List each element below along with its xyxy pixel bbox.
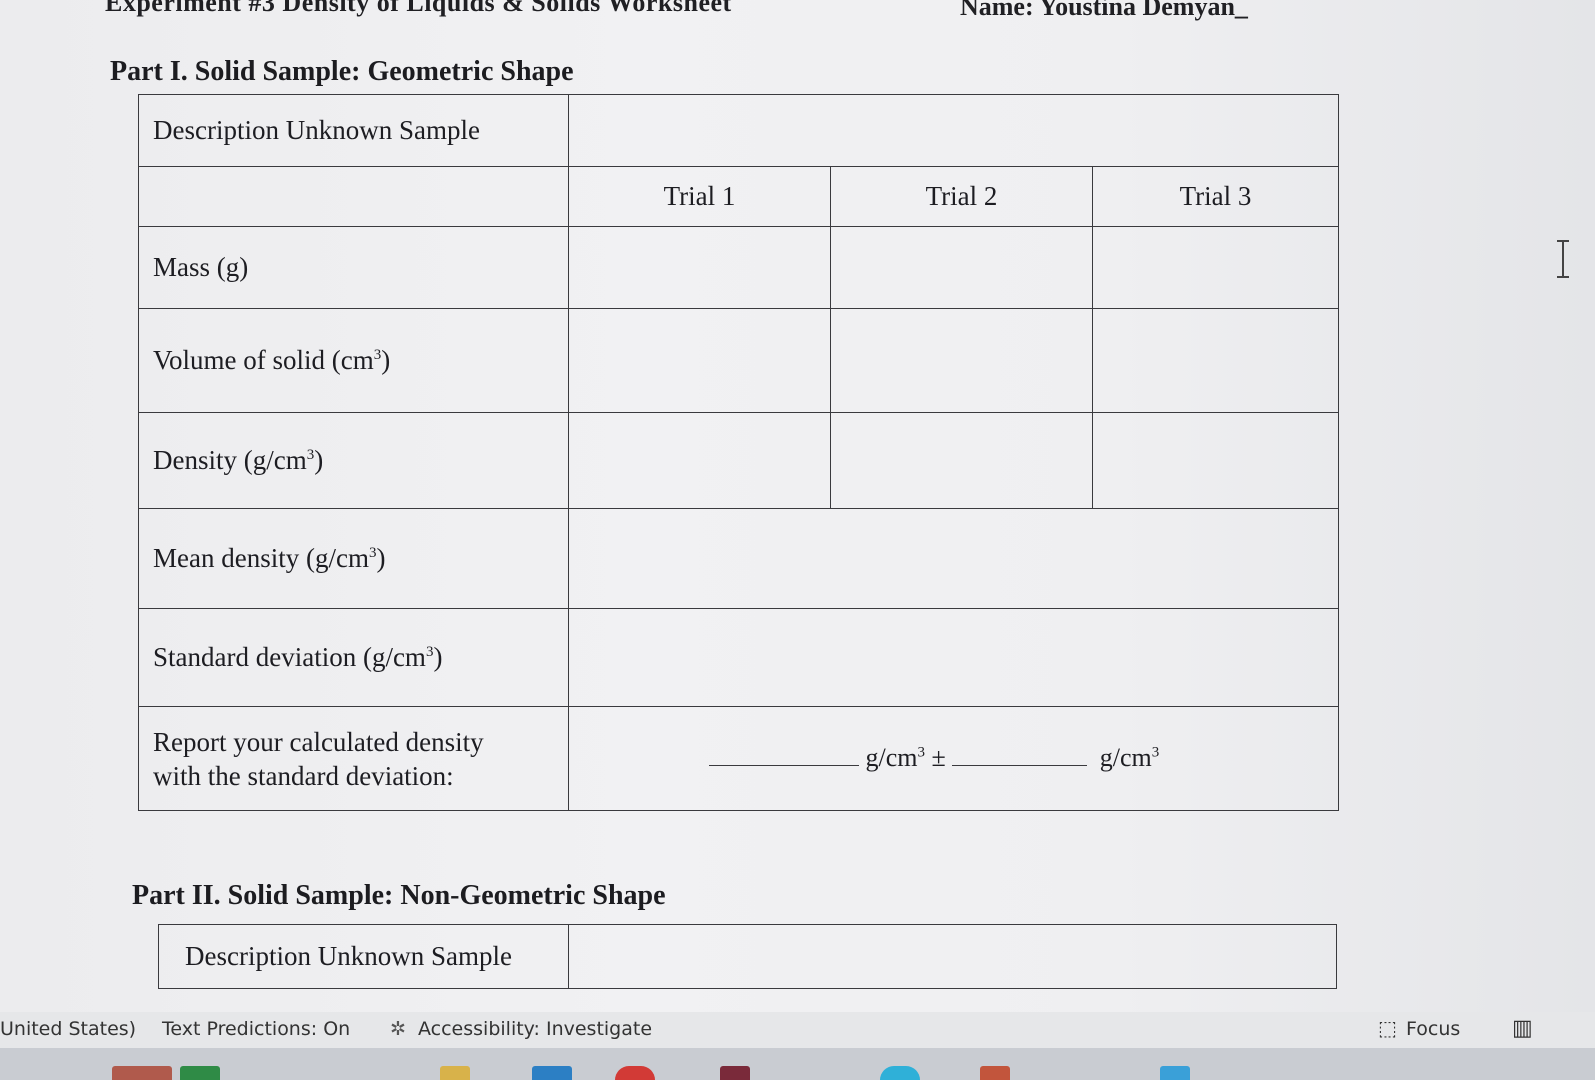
- trial-3-header: Trial 3: [1091, 166, 1340, 227]
- density-trial-3-cell[interactable]: [1091, 412, 1340, 509]
- volume-trial-1-cell[interactable]: [568, 308, 831, 413]
- part2-description-input-cell[interactable]: [568, 924, 1337, 989]
- taskbar-app-icon[interactable]: [532, 1066, 572, 1080]
- part2-table: Description Unknown Sample: [158, 924, 1337, 989]
- focus-icon: ⬚: [1378, 1016, 1397, 1040]
- mass-trial-2-cell[interactable]: [830, 226, 1093, 309]
- description-input-cell[interactable]: [567, 94, 1340, 167]
- density-blank[interactable]: [709, 765, 859, 766]
- mass-trial-3-cell[interactable]: [1091, 226, 1340, 309]
- accessibility-status[interactable]: Accessibility: Investigate: [418, 1018, 652, 1040]
- unit-end-label: g/cm3: [1099, 743, 1160, 772]
- status-bar: United States) Text Predictions: On ✲ Ac…: [0, 1012, 1595, 1048]
- report-cell[interactable]: g/cm3 ± g/cm3: [567, 706, 1340, 811]
- text-cursor-icon: [1557, 240, 1569, 278]
- trial-1-header: Trial 1: [568, 166, 831, 227]
- mass-label: Mass (g): [138, 226, 569, 309]
- taskbar-app-icon[interactable]: [440, 1066, 470, 1080]
- density-label: Density (g/cm3): [138, 412, 569, 509]
- trial-2-header: Trial 2: [830, 166, 1093, 227]
- volume-trial-3-cell[interactable]: [1091, 308, 1340, 413]
- mass-trial-1-cell[interactable]: [568, 226, 831, 309]
- read-mode-icon[interactable]: ▥: [1512, 1016, 1533, 1041]
- taskbar: [0, 1048, 1595, 1080]
- worksheet-header: Experiment #3 Density of Liquids & Solid…: [105, 0, 732, 17]
- std-dev-cell[interactable]: [567, 608, 1340, 707]
- std-dev-label: Standard deviation (g/cm3): [138, 608, 569, 707]
- part2-title: Part II. Solid Sample: Non-Geometric Sha…: [132, 880, 666, 911]
- taskbar-app-icon[interactable]: [180, 1066, 220, 1080]
- empty-header-cell[interactable]: [138, 166, 569, 227]
- volume-label: Volume of solid (cm3): [138, 308, 569, 413]
- volume-trial-2-cell[interactable]: [830, 308, 1093, 413]
- report-label: Report your calculated density with the s…: [138, 706, 569, 811]
- std-dev-blank[interactable]: [952, 765, 1088, 766]
- part1-title: Part I. Solid Sample: Geometric Shape: [110, 56, 574, 87]
- description-label: Description Unknown Sample: [138, 94, 569, 167]
- taskbar-app-icon[interactable]: [1160, 1066, 1190, 1080]
- taskbar-app-icon[interactable]: [112, 1066, 172, 1080]
- student-name: Name: Youstina Demyan_: [960, 0, 1248, 21]
- taskbar-app-icon[interactable]: [720, 1066, 750, 1080]
- part1-table: Description Unknown Sample Trial 1 Trial…: [138, 94, 1340, 811]
- taskbar-app-icon[interactable]: [980, 1066, 1010, 1080]
- unit-pm-label: g/cm3 ±: [865, 743, 946, 772]
- text-predictions-status[interactable]: Text Predictions: On: [162, 1018, 350, 1040]
- document-page[interactable]: Experiment #3 Density of Liquids & Solid…: [0, 0, 1595, 1012]
- density-trial-1-cell[interactable]: [568, 412, 831, 509]
- density-trial-2-cell[interactable]: [830, 412, 1093, 509]
- language-status[interactable]: United States): [0, 1018, 136, 1040]
- part2-description-label: Description Unknown Sample: [158, 924, 569, 989]
- mean-density-cell[interactable]: [567, 508, 1340, 609]
- mean-density-label: Mean density (g/cm3): [138, 508, 569, 609]
- focus-button[interactable]: Focus: [1406, 1018, 1460, 1040]
- taskbar-app-icon[interactable]: [615, 1066, 655, 1080]
- taskbar-app-icon[interactable]: [880, 1066, 920, 1080]
- accessibility-icon: ✲: [390, 1018, 406, 1040]
